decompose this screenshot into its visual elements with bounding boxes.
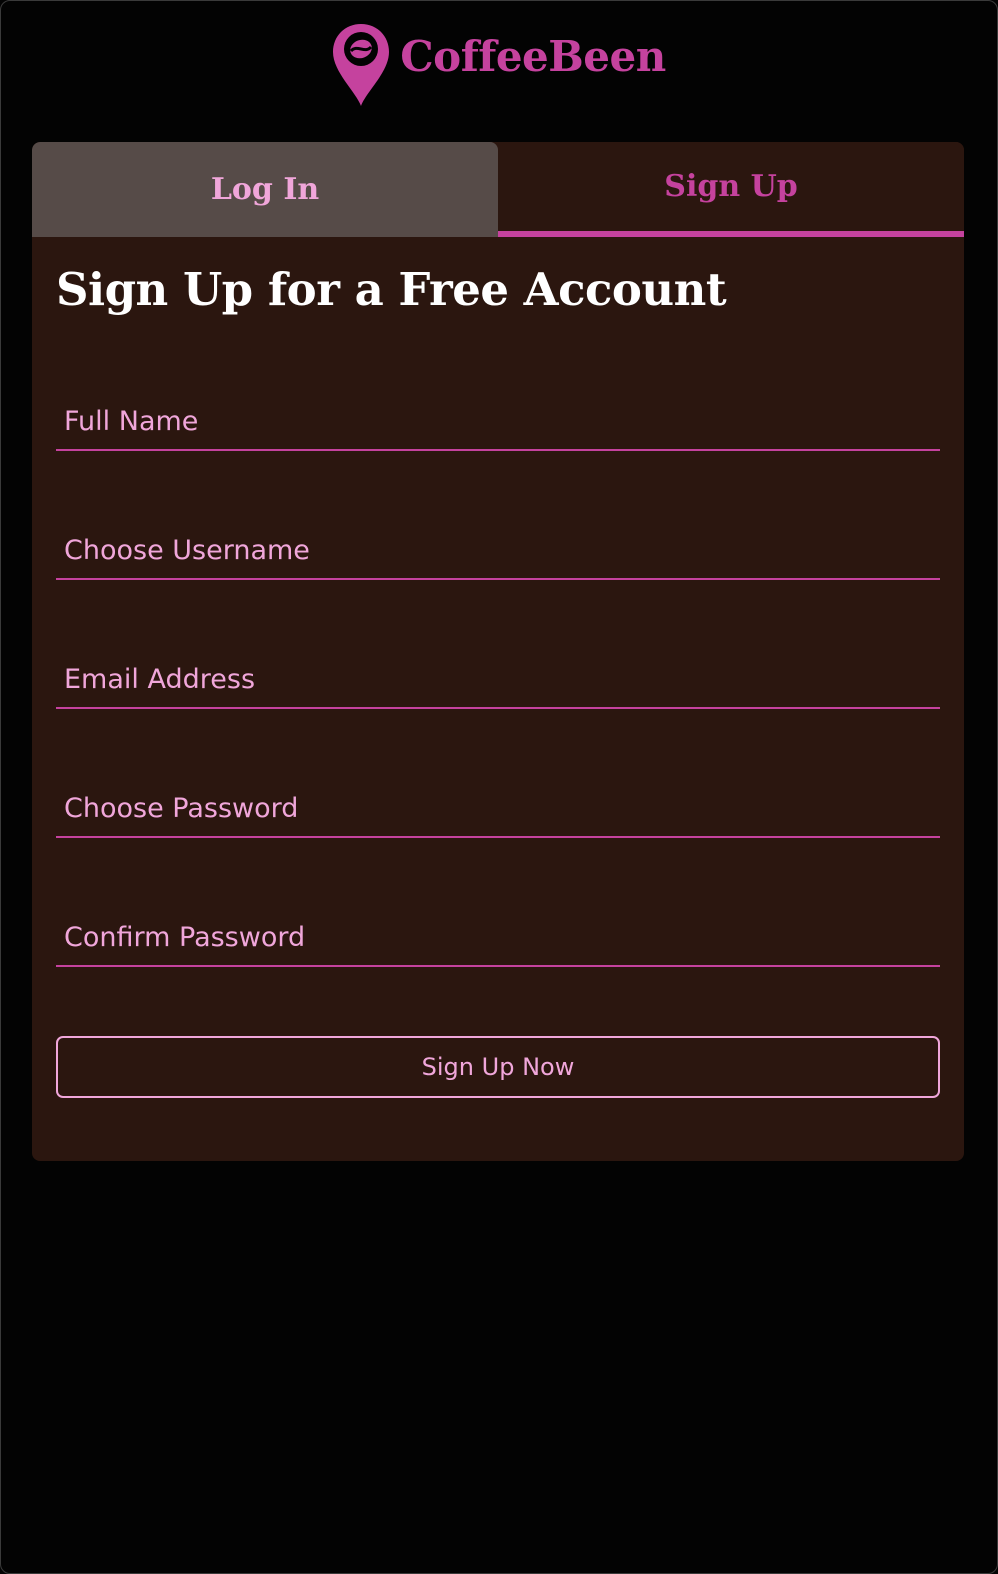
password-field-wrapper: [56, 780, 940, 838]
map-pin-coffee-bean-icon: [333, 24, 390, 106]
tab-sign-up[interactable]: Sign Up: [498, 142, 964, 237]
auth-card: Log In Sign Up Sign Up for a Free Accoun…: [32, 142, 964, 1161]
full-name-field-wrapper: [56, 393, 940, 451]
sign-up-now-button[interactable]: Sign Up Now: [56, 1036, 940, 1098]
auth-tabs: Log In Sign Up: [32, 142, 964, 237]
password-input[interactable]: [56, 780, 940, 836]
tab-log-in[interactable]: Log In: [32, 142, 498, 237]
email-field-wrapper: [56, 651, 940, 709]
full-name-input[interactable]: [56, 393, 940, 449]
sign-up-form: Sign Up for a Free Account Sign Up Now: [32, 237, 964, 1098]
form-heading: Sign Up for a Free Account: [56, 263, 727, 316]
brand-name: CoffeeBeen: [400, 32, 666, 81]
username-input[interactable]: [56, 522, 940, 578]
username-field-wrapper: [56, 522, 940, 580]
confirm-password-input[interactable]: [56, 909, 940, 965]
confirm-password-field-wrapper: [56, 909, 940, 967]
email-input[interactable]: [56, 651, 940, 707]
brand-header: CoffeeBeen: [0, 22, 998, 108]
